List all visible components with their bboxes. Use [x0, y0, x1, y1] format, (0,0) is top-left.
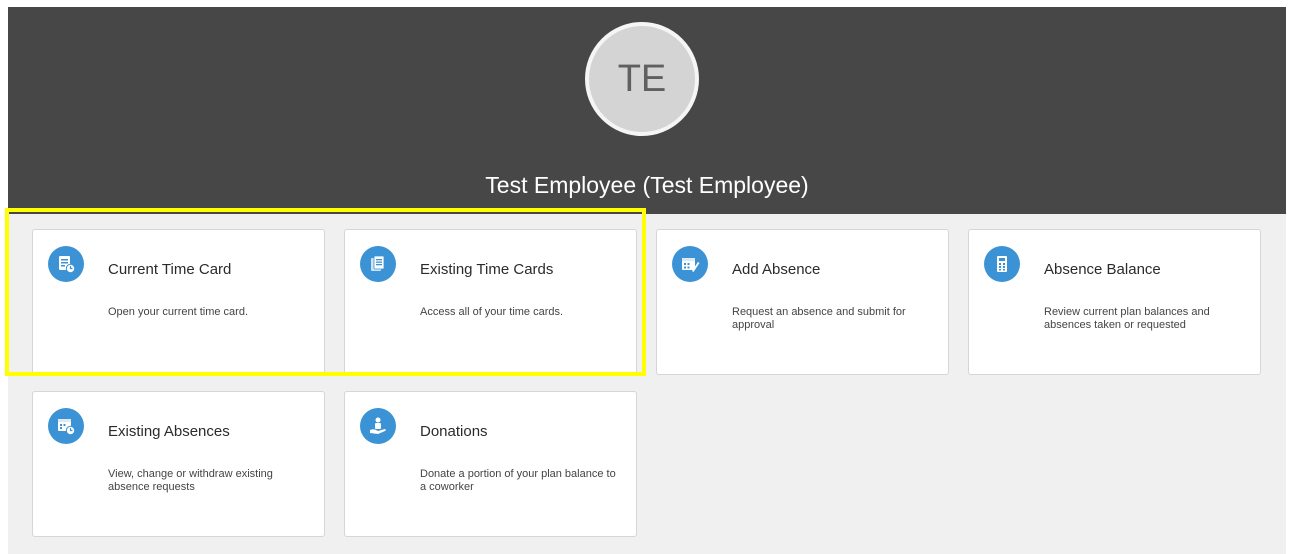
current-time-card-tile[interactable]: Current Time Card Open your current time…	[32, 229, 325, 375]
page-frame: TE Test Employee (Test Employee) Current…	[8, 7, 1286, 554]
card-title: Absence Balance	[1044, 261, 1161, 278]
card-description: Donate a portion of your plan balance to…	[420, 468, 616, 493]
card-title: Existing Absences	[108, 423, 230, 440]
absence-balance-tile[interactable]: Absence Balance Review current plan bala…	[968, 229, 1261, 375]
card-description: Access all of your time cards.	[420, 306, 564, 318]
employee-name: Test Employee (Test Employee)	[485, 172, 809, 198]
card-title: Existing Time Cards	[420, 261, 554, 278]
card-title: Current Time Card	[108, 261, 232, 278]
calendar-clock-icon	[48, 408, 84, 444]
calendar-edit-icon	[672, 246, 708, 282]
add-absence-tile[interactable]: Add Absence Request an absence and submi…	[656, 229, 949, 375]
card-description: Open your current time card.	[108, 306, 249, 318]
existing-time-cards-tile[interactable]: Existing Time Cards Access all of your t…	[344, 229, 637, 375]
card-description: Request an absence and submit for approv…	[732, 306, 906, 331]
donations-tile[interactable]: Donations Donate a portion of your plan …	[344, 391, 637, 537]
card-description: Review current plan balances and absence…	[1044, 306, 1210, 331]
calculator-icon	[984, 246, 1020, 282]
existing-absences-tile[interactable]: Existing Absences View, change or withdr…	[32, 391, 325, 537]
card-title: Add Absence	[732, 261, 821, 278]
profile-banner: TE Test Employee (Test Employee)	[8, 7, 1286, 214]
card-title: Donations	[420, 423, 488, 440]
donation-hand-icon	[360, 408, 396, 444]
avatar[interactable]: TE	[585, 22, 699, 136]
time-card-icon	[48, 246, 84, 282]
card-description: View, change or withdraw existing absenc…	[108, 468, 273, 493]
time-cards-stack-icon	[360, 246, 396, 282]
